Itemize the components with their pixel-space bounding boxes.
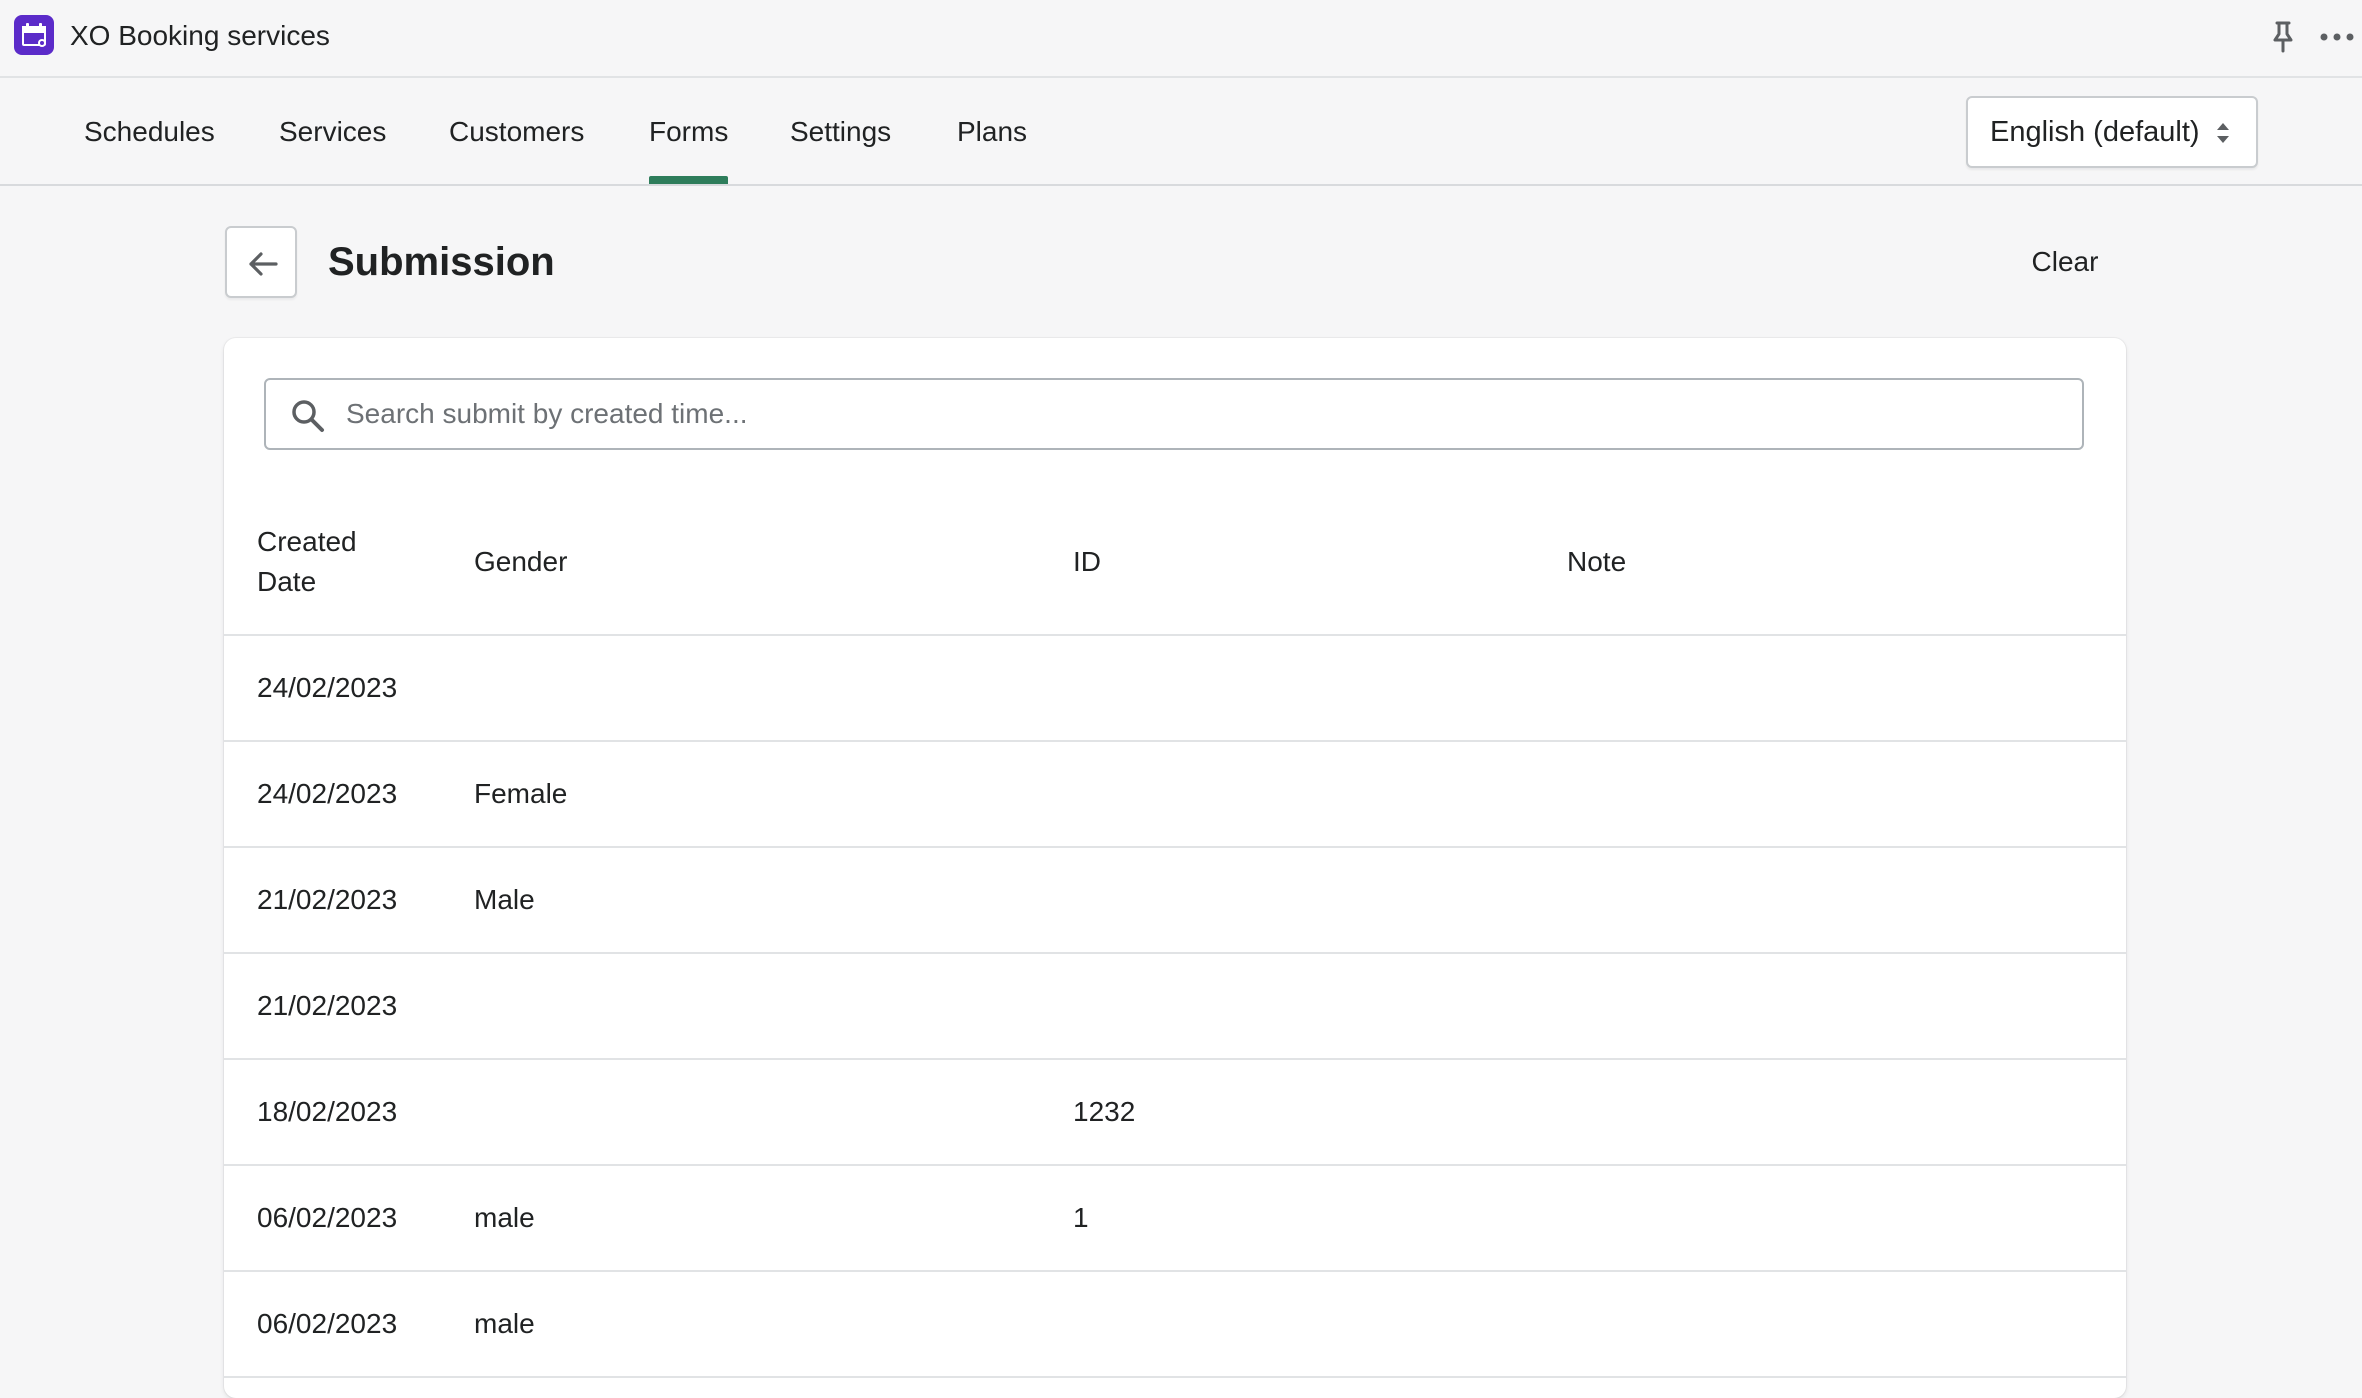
- tab-plans[interactable]: Plans: [957, 80, 1027, 184]
- submissions-card: Created Date Gender ID Note 24/02/2023 2…: [224, 338, 2126, 1398]
- cell-created-date: 21/02/2023: [257, 884, 398, 915]
- cell-created-date: 18/02/2023: [257, 1096, 398, 1127]
- search-input[interactable]: [346, 380, 2066, 448]
- tab-settings[interactable]: Settings: [790, 80, 891, 184]
- header-gender: Gender: [474, 546, 568, 577]
- cell-created-date: 21/02/2023: [257, 990, 398, 1021]
- cell-gender: male: [474, 1202, 535, 1233]
- header-id: ID: [1073, 546, 1101, 577]
- pin-icon[interactable]: [2268, 20, 2298, 54]
- cell-created-date: 06/02/2023: [257, 1202, 398, 1233]
- page-title: Submission: [328, 240, 555, 284]
- language-select[interactable]: English (default): [1966, 96, 2258, 168]
- tab-services[interactable]: Services: [279, 80, 386, 184]
- calendar-app-icon: [14, 15, 54, 55]
- table-row[interactable]: 18/02/2023 1232: [224, 1060, 2126, 1166]
- table-row[interactable]: 24/02/2023 Female: [224, 742, 2126, 848]
- cell-gender: male: [474, 1308, 535, 1339]
- submissions-table: Created Date Gender ID Note 24/02/2023 2…: [224, 518, 2126, 1378]
- search-icon: [292, 400, 324, 432]
- app-title: XO Booking services: [70, 20, 330, 51]
- tab-customers[interactable]: Customers: [449, 80, 584, 184]
- language-select-value: English (default): [1990, 116, 2200, 148]
- cell-gender: Male: [474, 884, 535, 915]
- table-row[interactable]: 06/02/2023 male: [224, 1272, 2126, 1378]
- cell-gender: Female: [474, 778, 568, 809]
- table-header: Created Date Gender ID Note: [224, 518, 2126, 636]
- app-titlebar: XO Booking services: [0, 0, 2362, 78]
- search-field[interactable]: [264, 378, 2084, 450]
- back-button[interactable]: [225, 226, 297, 298]
- arrow-left-icon: [249, 252, 278, 276]
- table-row[interactable]: 24/02/2023: [224, 636, 2126, 742]
- table-row[interactable]: 21/02/2023 Male: [224, 848, 2126, 954]
- table-row[interactable]: 06/02/2023 male 1: [224, 1166, 2126, 1272]
- header-created-date: Created Date: [257, 526, 357, 597]
- cell-id: 1: [1073, 1202, 1089, 1233]
- select-arrows-icon: [2217, 123, 2229, 143]
- table-row[interactable]: 21/02/2023: [224, 954, 2126, 1060]
- more-horizontal-icon[interactable]: [2318, 25, 2356, 49]
- cell-id: 1232: [1073, 1096, 1136, 1127]
- clear-button[interactable]: Clear: [2020, 242, 2110, 282]
- cell-created-date: 06/02/2023: [257, 1308, 398, 1339]
- main-nav: Schedules Services Customers Forms Setti…: [0, 80, 2362, 186]
- tab-schedules[interactable]: Schedules: [84, 80, 215, 184]
- header-note: Note: [1567, 546, 1627, 577]
- tab-forms[interactable]: Forms: [649, 80, 729, 184]
- cell-created-date: 24/02/2023: [257, 672, 398, 703]
- cell-created-date: 24/02/2023: [257, 778, 398, 809]
